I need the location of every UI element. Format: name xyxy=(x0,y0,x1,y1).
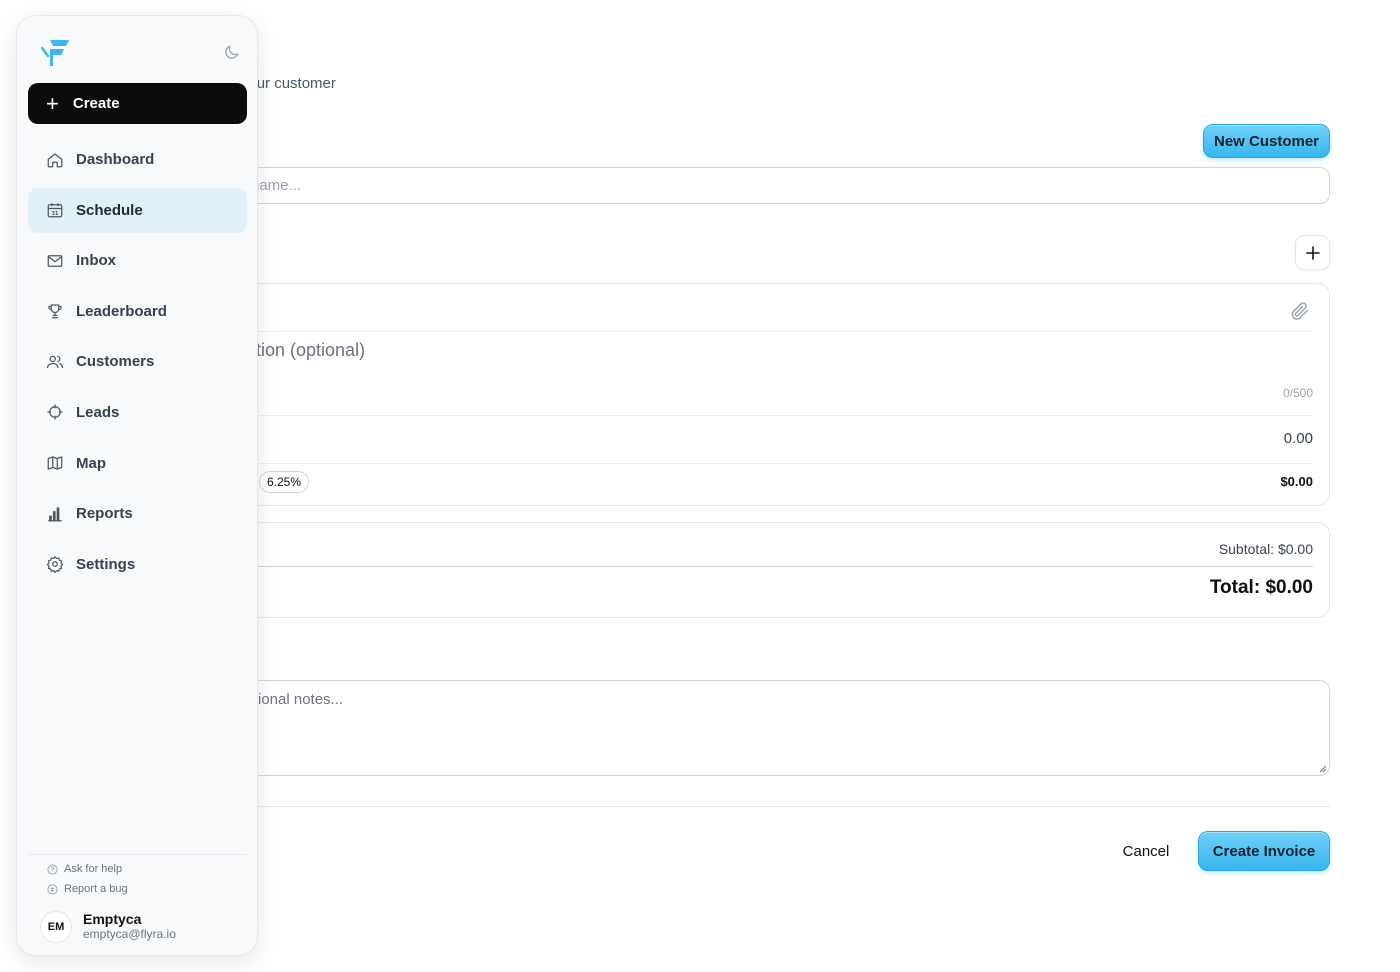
calendar-icon: 31 xyxy=(47,203,63,218)
map-icon xyxy=(47,456,63,470)
sidebar: + Create Dashboard 31 Schedule Inbox Lea… xyxy=(16,15,258,956)
divider xyxy=(150,806,1330,807)
trophy-icon xyxy=(48,304,62,319)
divider xyxy=(151,566,1313,567)
user-email: emptyca@flyra.io xyxy=(83,927,176,941)
bug-icon xyxy=(47,883,58,895)
sidebar-item-dashboard[interactable]: Dashboard xyxy=(28,137,247,182)
sidebar-item-label: Reports xyxy=(76,505,133,523)
amount-input[interactable]: 0.00 xyxy=(1284,430,1313,447)
sidebar-item-label: Dashboard xyxy=(76,151,155,168)
ask-for-help-link[interactable]: Ask for help xyxy=(47,863,122,875)
home-icon xyxy=(47,152,63,167)
users-icon xyxy=(46,355,64,368)
sidebar-item-label: Leads xyxy=(76,403,120,421)
total: Total: $0.00 xyxy=(1209,577,1313,598)
create-invoice-button[interactable]: Create Invoice xyxy=(1198,831,1330,871)
sidebar-item-inbox[interactable]: Inbox xyxy=(28,238,247,283)
divider xyxy=(151,331,1313,332)
cancel-button[interactable]: Cancel xyxy=(1108,836,1184,866)
sidebar-item-label: Map xyxy=(76,454,106,472)
moon-icon[interactable] xyxy=(224,44,240,60)
notes-textarea[interactable]: ional notes... xyxy=(150,680,1330,776)
user-name: Emptyca xyxy=(83,911,142,927)
sidebar-item-map[interactable]: Map xyxy=(28,441,247,486)
resize-handle-icon[interactable] xyxy=(1317,763,1327,773)
report-bug-label: Report a bug xyxy=(64,883,128,895)
create-button[interactable]: + Create xyxy=(28,83,247,124)
sidebar-item-label: Customers xyxy=(76,353,155,371)
sidebar-item-schedule[interactable]: 31 Schedule xyxy=(28,187,247,233)
ask-for-help-label: Ask for help xyxy=(64,863,123,875)
gear-icon xyxy=(46,556,64,574)
sidebar-item-leads[interactable]: Leads xyxy=(28,390,247,435)
create-button-label: Create xyxy=(72,95,120,112)
divider xyxy=(151,415,1313,416)
notes-placeholder: ional notes... xyxy=(258,691,344,708)
new-customer-button[interactable]: New Customer xyxy=(1203,124,1330,158)
char-count: 0/500 xyxy=(1282,386,1313,400)
line-item-card: tion (optional) 0/500 0.00 6.25% $0.00 xyxy=(150,283,1330,506)
sidebar-nav: Dashboard 31 Schedule Inbox Leaderboard … xyxy=(28,137,247,592)
sidebar-item-label: Inbox xyxy=(76,252,116,270)
paperclip-icon[interactable] xyxy=(1289,300,1311,322)
crosshair-icon xyxy=(47,404,63,420)
avatar[interactable]: EM xyxy=(40,911,72,943)
customer-search-input[interactable]: name... xyxy=(150,167,1330,204)
subtotal: Subtotal: $0.00 xyxy=(1218,541,1313,557)
divider xyxy=(151,463,1313,464)
description-input[interactable]: tion (optional) xyxy=(256,340,365,361)
sidebar-item-label: Settings xyxy=(76,555,136,573)
help-circle-icon xyxy=(47,863,58,875)
totals-card: Subtotal: $0.00 Total: $0.00 xyxy=(150,522,1330,618)
tax-amount: $0.00 xyxy=(1280,474,1313,489)
sidebar-item-label: Leaderboard xyxy=(76,302,167,320)
divider xyxy=(28,854,247,855)
mail-icon xyxy=(47,254,63,267)
sidebar-item-reports[interactable]: Reports xyxy=(28,491,247,536)
plus-icon xyxy=(1305,245,1320,260)
add-line-item-button[interactable] xyxy=(1295,235,1330,270)
sidebar-item-label: Schedule xyxy=(76,201,143,219)
sidebar-item-settings[interactable]: Settings xyxy=(28,542,247,587)
svg-text:31: 31 xyxy=(52,211,59,217)
flyra-logo-icon[interactable] xyxy=(41,36,71,68)
bar-chart-icon xyxy=(48,507,62,522)
plus-icon: + xyxy=(46,90,59,116)
report-bug-link[interactable]: Report a bug xyxy=(47,883,128,895)
sidebar-item-customers[interactable]: Customers xyxy=(28,339,247,384)
sidebar-item-leaderboard[interactable]: Leaderboard xyxy=(28,289,247,334)
tax-rate-badge[interactable]: 6.25% xyxy=(259,471,310,493)
